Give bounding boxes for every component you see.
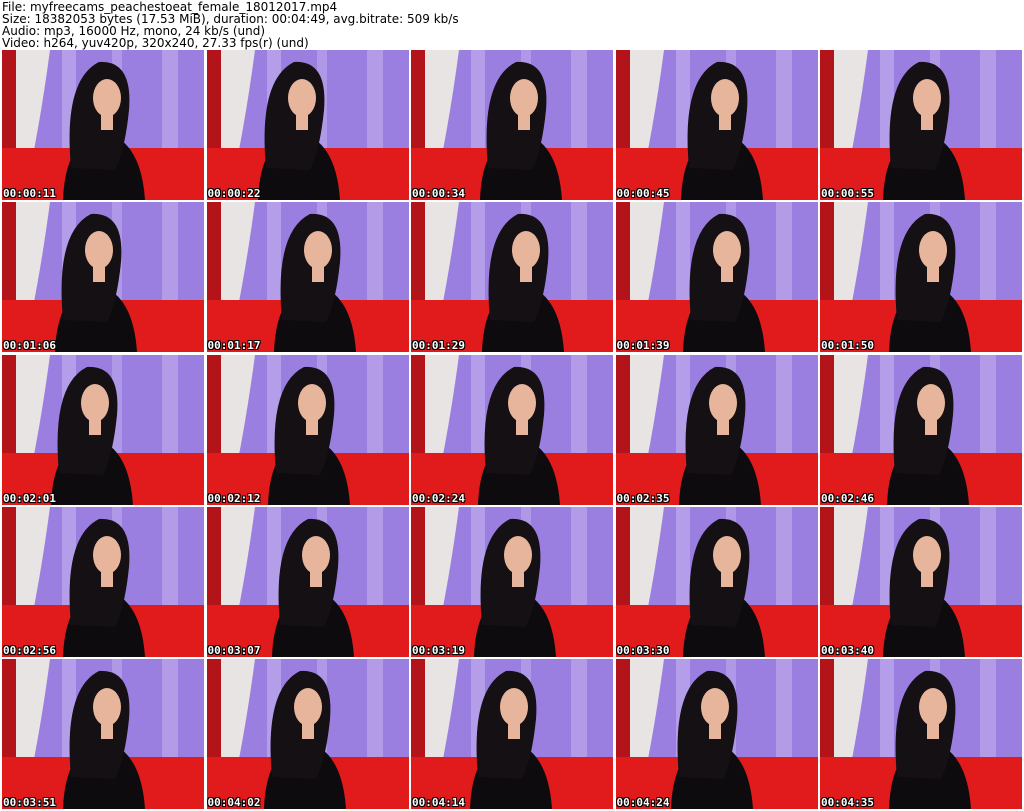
frame-timestamp: 00:02:46 bbox=[821, 491, 874, 505]
frame-timestamp: 00:00:11 bbox=[3, 187, 56, 200]
frame-image bbox=[615, 659, 818, 809]
frame-timestamp: 00:02:24 bbox=[412, 491, 465, 505]
frame-timestamp: 00:00:45 bbox=[616, 187, 670, 200]
frame-timestamp: 00:03:30 bbox=[616, 643, 670, 657]
video-frame-thumbnail[interactable]: 00:02:01 bbox=[2, 354, 204, 505]
frame-timestamp: 00:01:06 bbox=[3, 339, 56, 353]
frame-image bbox=[615, 506, 818, 657]
frame-image bbox=[2, 659, 204, 809]
frame-timestamp: 00:02:56 bbox=[3, 643, 56, 657]
frame-image bbox=[820, 659, 1022, 809]
frame-image bbox=[2, 354, 204, 505]
video-frame-thumbnail[interactable]: 00:03:40 bbox=[820, 506, 1022, 657]
video-frame-thumbnail[interactable]: 00:00:45 bbox=[615, 50, 818, 200]
frame-image bbox=[206, 202, 409, 353]
frame-timestamp: 00:02:01 bbox=[3, 491, 56, 505]
frame-image bbox=[206, 506, 409, 657]
frame-image bbox=[411, 506, 613, 657]
frame-image bbox=[2, 506, 204, 657]
frame-image bbox=[206, 50, 409, 200]
frame-timestamp: 00:03:51 bbox=[3, 796, 56, 809]
video-frame-thumbnail[interactable]: 00:03:30 bbox=[615, 506, 818, 657]
frame-image bbox=[820, 50, 1022, 200]
frame-timestamp: 00:04:14 bbox=[412, 796, 465, 809]
frame-image bbox=[2, 202, 204, 353]
frame-image bbox=[411, 354, 613, 505]
frame-timestamp: 00:01:17 bbox=[207, 339, 261, 353]
video-frame-thumbnail[interactable]: 00:03:51 bbox=[2, 659, 204, 809]
video-frame-thumbnail[interactable]: 00:02:56 bbox=[2, 506, 204, 657]
frame-image bbox=[411, 50, 613, 200]
frame-timestamp: 00:00:22 bbox=[207, 187, 261, 200]
frame-image bbox=[820, 506, 1022, 657]
thumbnail-grid: 00:00:11 00:00:22 00:00:34 00:00:45 00:00:55… bbox=[2, 50, 1022, 809]
frame-image bbox=[820, 202, 1022, 353]
video-frame-thumbnail[interactable]: 00:00:55 bbox=[820, 50, 1022, 200]
frame-timestamp: 00:03:40 bbox=[821, 643, 874, 657]
frame-timestamp: 00:02:12 bbox=[207, 491, 261, 505]
video-frame-thumbnail[interactable]: 00:01:39 bbox=[615, 202, 818, 353]
video-frame-thumbnail[interactable]: 00:02:12 bbox=[206, 354, 409, 505]
video-frame-thumbnail[interactable]: 00:02:35 bbox=[615, 354, 818, 505]
video-frame-thumbnail[interactable]: 00:01:29 bbox=[411, 202, 613, 353]
frame-image bbox=[820, 354, 1022, 505]
frame-timestamp: 00:01:29 bbox=[412, 339, 465, 353]
video-frame-thumbnail[interactable]: 00:00:34 bbox=[411, 50, 613, 200]
frame-image bbox=[206, 354, 409, 505]
video-frame-thumbnail[interactable]: 00:02:24 bbox=[411, 354, 613, 505]
video-frame-thumbnail[interactable]: 00:02:46 bbox=[820, 354, 1022, 505]
frame-image bbox=[206, 659, 409, 809]
frame-image bbox=[615, 354, 818, 505]
video-frame-thumbnail[interactable]: 00:03:07 bbox=[206, 506, 409, 657]
video-frame-thumbnail[interactable]: 00:01:50 bbox=[820, 202, 1022, 353]
frame-timestamp: 00:04:02 bbox=[207, 796, 261, 809]
video-frame-thumbnail[interactable]: 00:00:11 bbox=[2, 50, 204, 200]
video-frame-thumbnail[interactable]: 00:03:19 bbox=[411, 506, 613, 657]
frame-image bbox=[615, 50, 818, 200]
video-frame-thumbnail[interactable]: 00:04:02 bbox=[206, 659, 409, 809]
frame-timestamp: 00:00:34 bbox=[412, 187, 465, 200]
frame-image bbox=[411, 202, 613, 353]
frame-timestamp: 00:00:55 bbox=[821, 187, 874, 200]
frame-timestamp: 00:03:19 bbox=[412, 643, 465, 657]
frame-timestamp: 00:04:24 bbox=[616, 796, 670, 809]
frame-image bbox=[2, 50, 204, 200]
frame-timestamp: 00:04:35 bbox=[821, 796, 874, 809]
frame-timestamp: 00:03:07 bbox=[207, 643, 261, 657]
video-frame-thumbnail[interactable]: 00:04:24 bbox=[615, 659, 818, 809]
video-frame-thumbnail[interactable]: 00:04:35 bbox=[820, 659, 1022, 809]
video-frame-thumbnail[interactable]: 00:01:17 bbox=[206, 202, 409, 353]
frame-timestamp: 00:01:50 bbox=[821, 339, 874, 353]
file-info-header: File: myfreecams_peachestoeat_female_180… bbox=[2, 1, 459, 49]
frame-image bbox=[411, 659, 613, 809]
video-frame-thumbnail[interactable]: 00:04:14 bbox=[411, 659, 613, 809]
video-frame-thumbnail[interactable]: 00:01:06 bbox=[2, 202, 204, 353]
video-frame-thumbnail[interactable]: 00:00:22 bbox=[206, 50, 409, 200]
frame-timestamp: 00:02:35 bbox=[616, 491, 670, 505]
frame-image bbox=[615, 202, 818, 353]
video-info-line: Video: h264, yuv420p, 320x240, 27.33 fps… bbox=[2, 36, 309, 50]
frame-timestamp: 00:01:39 bbox=[616, 339, 670, 353]
